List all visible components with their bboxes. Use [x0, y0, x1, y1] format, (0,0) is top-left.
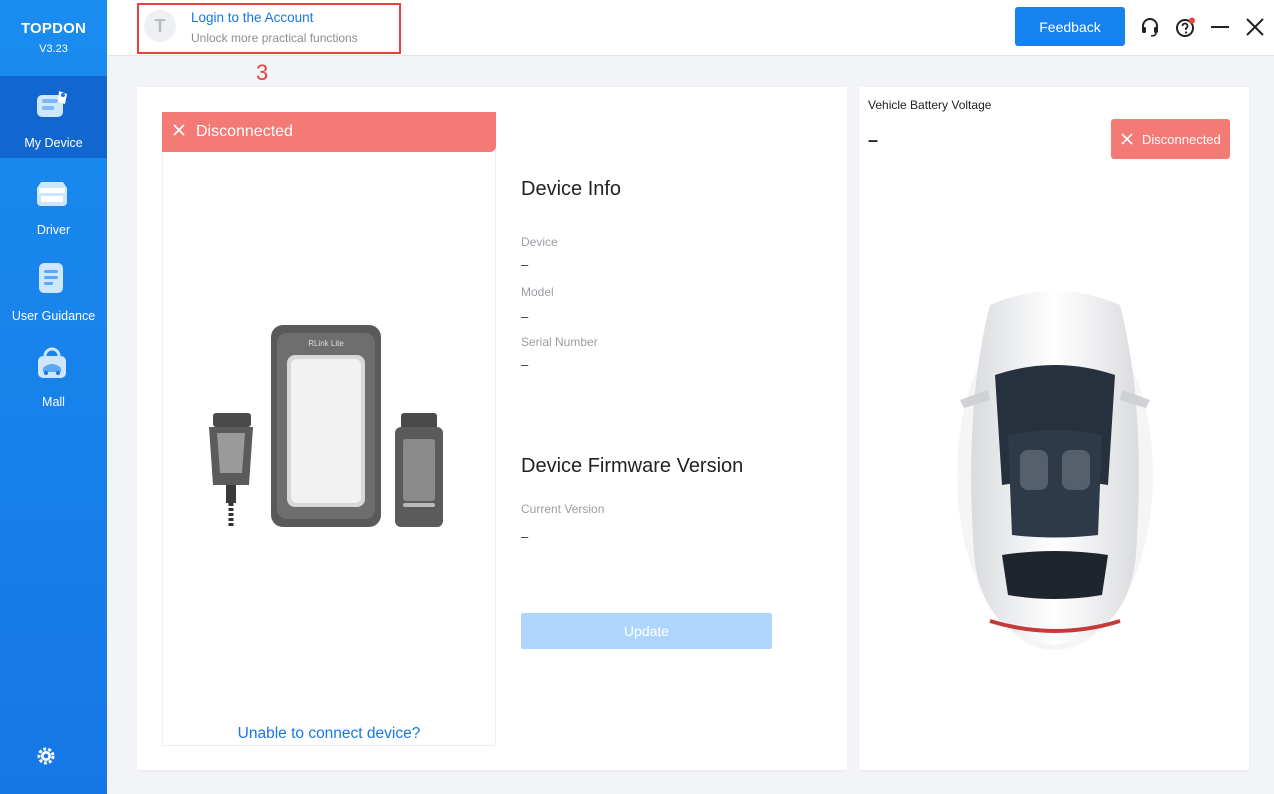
firmware-title: Device Firmware Version — [521, 455, 744, 477]
annotation-number: 3 — [256, 60, 269, 85]
sidebar-item-user-guidance[interactable]: User Guidance — [0, 249, 107, 331]
device-model-label: RLink Lite — [308, 339, 344, 348]
brand-name: TOPDON — [20, 20, 87, 37]
user-guidance-icon — [39, 263, 63, 293]
sidebar-item-driver[interactable]: Driver — [0, 163, 107, 245]
device-label: Device — [521, 235, 558, 249]
model-label: Model — [521, 285, 554, 299]
sidebar: TOPDON V3.23 My Device Driver User Guida… — [0, 0, 107, 794]
device-value: – — [521, 257, 529, 272]
serial-number-value: – — [521, 357, 529, 372]
battery-voltage-label: Vehicle Battery Voltage — [868, 98, 992, 112]
serial-number-label: Serial Number — [521, 335, 598, 349]
update-button[interactable]: Update — [521, 613, 772, 649]
model-value: – — [521, 309, 529, 324]
headset-icon[interactable] — [1139, 16, 1161, 38]
device-illustration: RLink Lite — [209, 325, 443, 527]
sidebar-item-label: User Guidance — [11, 309, 96, 323]
sidebar-item-label: Driver — [36, 223, 71, 237]
car-illustration — [957, 291, 1153, 650]
help-icon[interactable] — [1174, 16, 1196, 38]
my-device-icon — [37, 91, 67, 117]
driver-icon — [37, 182, 67, 206]
device-status-banner: Disconnected — [162, 112, 496, 152]
sidebar-item-my-device[interactable]: My Device — [0, 76, 107, 158]
current-version-label: Current Version — [521, 502, 605, 516]
close-icon[interactable] — [1244, 16, 1266, 38]
device-status-text: Disconnected — [196, 123, 293, 140]
unable-to-connect-link[interactable]: Unable to connect device? — [162, 725, 496, 743]
device-info-title: Device Info — [521, 178, 622, 200]
app-version: V3.23 — [39, 43, 68, 55]
close-icon — [173, 124, 185, 136]
brand: TOPDON V3.23 — [0, 0, 107, 76]
sidebar-item-label: Mall — [42, 395, 65, 409]
battery-status-badge: Disconnected — [1111, 119, 1230, 159]
minimize-icon[interactable] — [1209, 16, 1231, 38]
mall-icon — [38, 347, 66, 378]
login-subtitle: Unlock more practical functions — [191, 31, 358, 45]
current-version-value: – — [521, 529, 529, 544]
avatar: T — [144, 10, 176, 42]
battery-status-text: Disconnected — [1142, 132, 1221, 147]
close-icon — [1121, 133, 1133, 145]
login-title[interactable]: Login to the Account — [191, 10, 313, 25]
sidebar-item-mall[interactable]: Mall — [0, 335, 107, 417]
battery-voltage-value: – — [868, 130, 879, 150]
sidebar-item-label: My Device — [24, 136, 83, 150]
gear-icon[interactable] — [35, 745, 57, 767]
feedback-button[interactable]: Feedback — [1015, 7, 1125, 46]
